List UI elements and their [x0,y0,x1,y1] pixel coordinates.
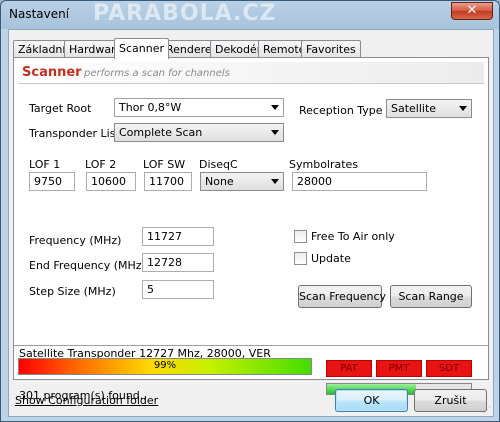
lofsw-field[interactable]: 11700 [144,172,192,191]
show-config-folder-link[interactable]: Show Configuration folder [15,394,158,407]
window-title: Nastavení [9,7,70,21]
lof2-field[interactable]: 10600 [86,172,136,191]
close-button[interactable]: ✕ [451,2,493,20]
symbolrates-label: Symbolrates [289,158,359,171]
target-root-value: Thor 0,8°W [119,101,182,114]
section-subtitle: performs a scan for channels [84,68,230,79]
frequency-field[interactable]: 11727 [142,227,214,246]
signal-strength-bar: 99% [18,358,312,375]
reception-type-select[interactable]: Satellite [386,99,472,118]
chevron-down-icon [271,130,279,135]
scan-frequency-button[interactable]: Scan Frequency [298,285,386,308]
divider [14,345,488,346]
chevron-down-icon [271,105,279,110]
lof1-field[interactable]: 9750 [29,172,75,191]
step-size-label: Step Size (MHz) [29,285,116,298]
lof1-label: LOF 1 [29,158,61,171]
resize-grip-icon[interactable]: ⋰ [483,405,491,414]
end-frequency-label: End Frequency (MHz) [29,259,146,272]
transponder-list-select[interactable]: Complete Scan [114,123,284,142]
title-bar: Nastavení PARABOLA.CZ ✕ [1,1,499,29]
ok-button[interactable]: OK [335,389,408,412]
tab-favorites[interactable]: Favorites [301,40,361,58]
dialog-client: Základní Hardware Scanner Renderer Dekod… [8,29,494,417]
section-header: Scanner performs a scan for channels [18,62,484,84]
diseqc-value: None [205,175,234,188]
transponder-list-label: Transponder List [29,127,120,140]
pmt-badge: PMT [376,360,422,377]
scan-range-button[interactable]: Scan Range [390,285,472,308]
end-frequency-field[interactable]: 12728 [142,253,214,272]
cancel-button[interactable]: Zrušit [414,389,487,412]
chevron-down-icon [271,179,279,184]
close-icon: ✕ [466,3,478,18]
diseqc-select[interactable]: None [200,172,284,191]
transponder-list-value: Complete Scan [119,126,203,139]
target-root-select[interactable]: Thor 0,8°W [114,98,284,117]
symbolrates-field[interactable]: 28000 [292,172,427,191]
reception-type-label: Reception Type [299,104,383,117]
settings-window: Nastavení PARABOLA.CZ ✕ Základní Hardwar… [0,0,500,422]
watermark-logo: PARABOLA.CZ [93,1,277,26]
tab-scanner[interactable]: Scanner [114,38,170,59]
target-root-label: Target Root [29,102,92,115]
reception-type-value: Satellite [391,102,437,115]
pat-badge: PAT [326,360,372,377]
free-to-air-checkbox[interactable] [294,230,307,243]
diseqc-label: DiseqC [199,158,238,171]
chevron-down-icon [459,106,467,111]
section-title: Scanner [22,65,82,80]
update-checkbox[interactable] [294,252,307,265]
free-to-air-label: Free To Air only [311,230,395,243]
lof2-label: LOF 2 [85,158,117,171]
sdt-badge: SDT [426,360,472,377]
update-label: Update [311,252,351,265]
signal-strength-value: 99% [153,360,177,371]
lofsw-label: LOF SW [143,158,186,171]
frequency-label: Frequency (MHz) [29,234,122,247]
tab-zakladni[interactable]: Základní [13,40,71,58]
step-size-field[interactable]: 5 [142,280,214,299]
scanner-panel: Scanner performs a scan for channels Tar… [13,57,489,402]
